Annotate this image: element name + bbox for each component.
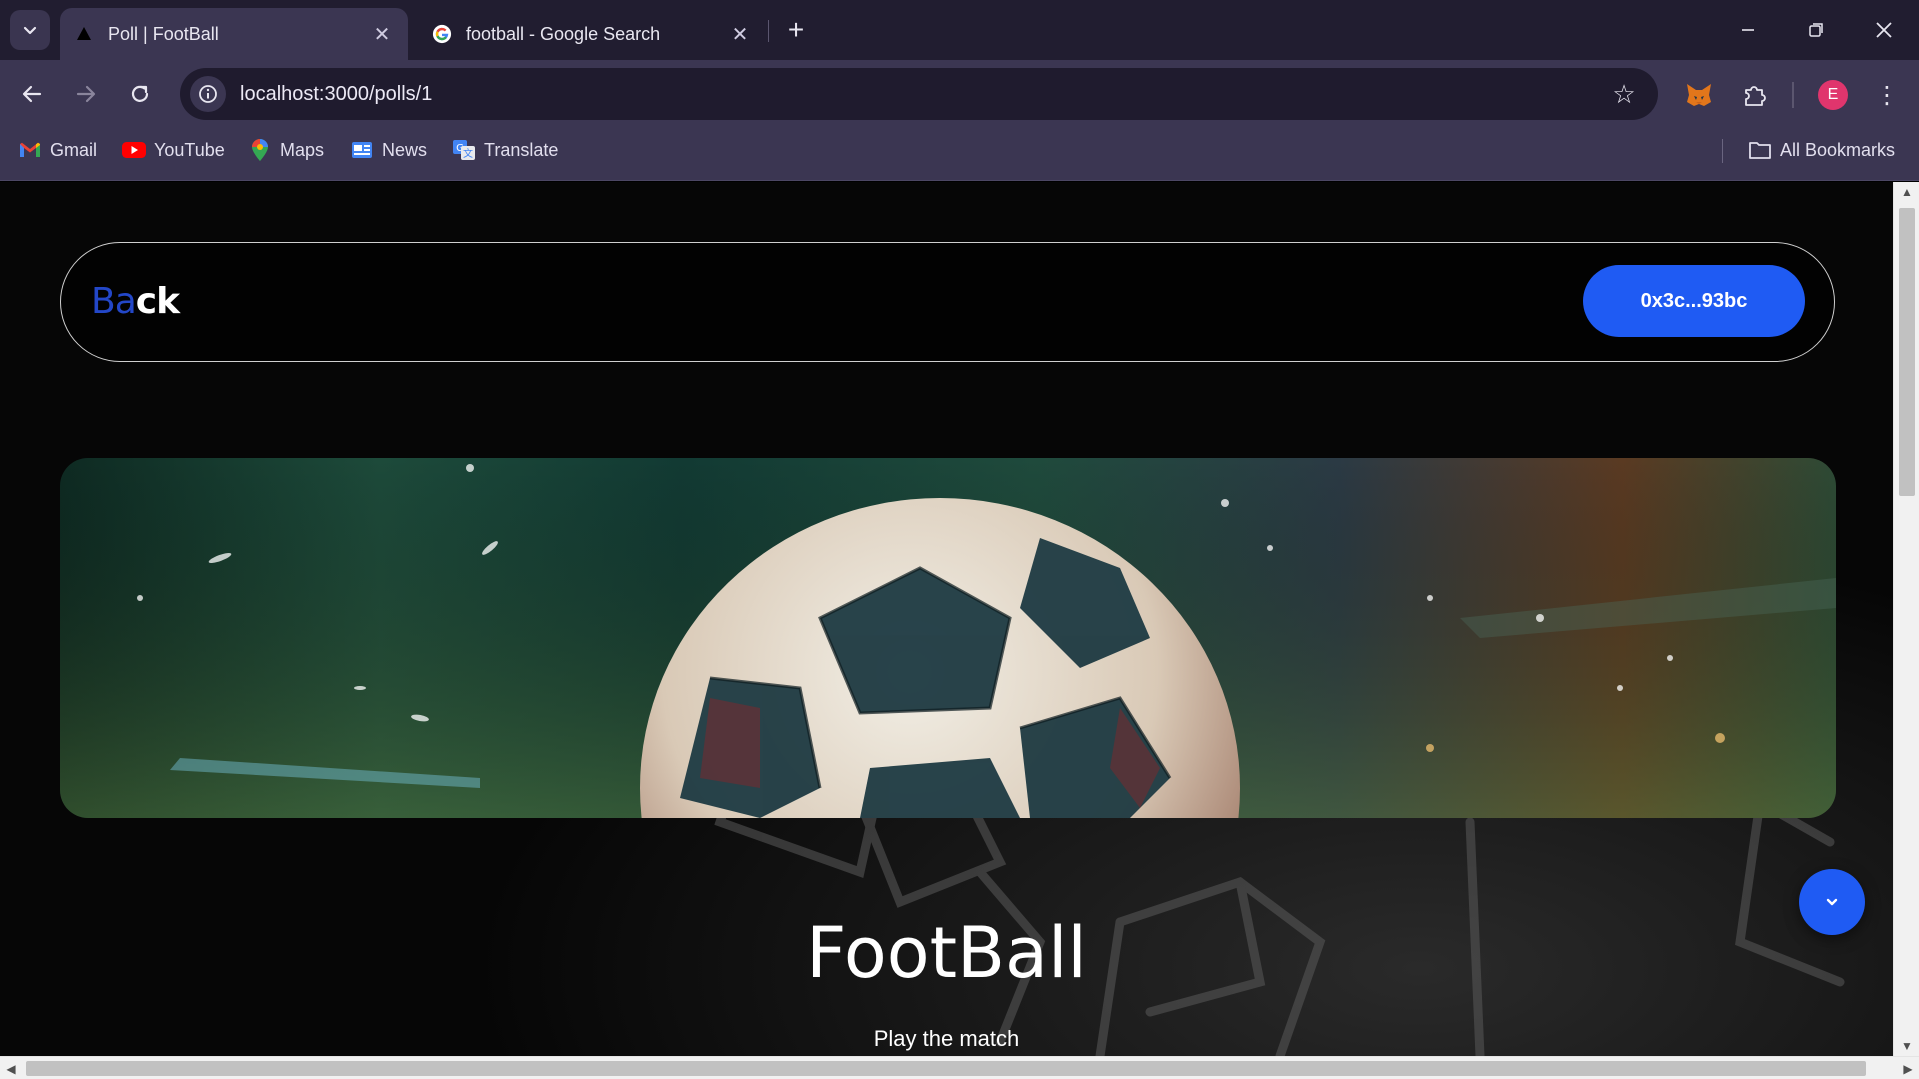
metamask-extension-icon[interactable]: [1680, 76, 1718, 114]
reload-button[interactable]: [122, 76, 158, 112]
arrow-left-icon: [22, 85, 42, 103]
folder-icon: [1748, 138, 1772, 162]
address-bar[interactable]: localhost:3000/polls/1 ☆: [180, 68, 1658, 120]
translate-icon: G文: [452, 138, 476, 162]
close-window-button[interactable]: [1860, 10, 1908, 50]
close-icon[interactable]: ✕: [728, 22, 752, 46]
tab-title: football - Google Search: [466, 23, 661, 44]
url-text[interactable]: localhost:3000/polls/1: [240, 83, 1604, 106]
minimize-button[interactable]: [1724, 10, 1772, 50]
bookmark-news[interactable]: News: [350, 129, 427, 171]
bookmark-gmail[interactable]: Gmail: [18, 129, 97, 171]
maps-icon: [248, 138, 272, 162]
tab-divider: [768, 20, 769, 42]
tab-search-button[interactable]: [10, 10, 50, 50]
back-link-part2: ck: [135, 281, 180, 322]
tab-poll-football[interactable]: Poll | FootBall ✕: [60, 8, 408, 60]
bookmark-youtube[interactable]: YouTube: [122, 129, 225, 171]
bookmark-translate[interactable]: G文 Translate: [452, 129, 558, 171]
bookmarks-bar: Gmail YouTube Maps News G文 Translate All…: [0, 129, 1919, 181]
tab-google-search[interactable]: football - Google Search ✕: [418, 8, 766, 60]
tab-strip: Poll | FootBall ✕ football - Google Sear…: [0, 0, 1919, 60]
bookmark-label: Maps: [280, 139, 325, 160]
profile-avatar[interactable]: E: [1818, 80, 1848, 110]
back-link[interactable]: Back: [91, 281, 180, 322]
page-viewport: Back 0x3c...93bc FootBall Play the match: [0, 182, 1893, 1056]
site-info-icon[interactable]: [190, 76, 226, 112]
tab-title: Poll | FootBall: [108, 23, 219, 44]
vertical-scroll-thumb[interactable]: [1899, 208, 1915, 496]
minimize-icon: [1742, 29, 1754, 31]
plus-icon: +: [787, 14, 805, 45]
bookmark-label: Translate: [484, 139, 559, 160]
poll-title: FootBall: [806, 912, 1087, 994]
back-link-part1: Ba: [91, 281, 137, 322]
poll-description: Play the match: [873, 1026, 1020, 1051]
svg-text:文: 文: [463, 147, 473, 160]
close-icon[interactable]: ✕: [370, 22, 394, 46]
arrow-right-icon: [76, 85, 96, 103]
scroll-down-arrow-icon[interactable]: ▼: [1894, 1036, 1919, 1056]
triangle-logo-icon: [74, 24, 94, 44]
all-bookmarks-label: All Bookmarks: [1780, 139, 1896, 160]
bookmark-star-icon[interactable]: ☆: [1604, 74, 1644, 114]
all-bookmarks-button[interactable]: All Bookmarks: [1748, 129, 1895, 171]
extensions-puzzle-icon[interactable]: [1736, 76, 1774, 114]
vertical-scrollbar[interactable]: ▲ ▼: [1893, 182, 1919, 1056]
menu-kebab-icon[interactable]: ⋮: [1872, 78, 1902, 112]
bookmark-label: News: [382, 139, 428, 160]
restore-button[interactable]: [1792, 10, 1840, 50]
bookmark-maps[interactable]: Maps: [248, 129, 324, 171]
youtube-icon: [122, 138, 146, 162]
new-tab-button[interactable]: +: [780, 14, 812, 46]
news-icon: [350, 138, 374, 162]
scroll-right-arrow-icon[interactable]: ▶: [1897, 1057, 1919, 1079]
close-window-icon: [1876, 22, 1892, 38]
poll-header-bar: Back 0x3c...93bc: [60, 242, 1835, 362]
bookmark-label: YouTube: [154, 139, 225, 160]
horizontal-scrollbar[interactable]: ◀ ▶: [0, 1056, 1919, 1079]
reload-icon: [131, 85, 149, 102]
forward-button[interactable]: [68, 76, 104, 112]
horizontal-scroll-thumb[interactable]: [26, 1061, 1866, 1076]
toolbar-divider: [1792, 82, 1794, 108]
bookmark-label: Gmail: [50, 139, 98, 160]
scroll-up-arrow-icon[interactable]: ▲: [1894, 182, 1919, 202]
back-button[interactable]: [14, 76, 50, 112]
wallet-address-button[interactable]: 0x3c...93bc: [1583, 265, 1805, 337]
google-icon: [432, 24, 452, 44]
bookmarks-divider: [1722, 139, 1723, 163]
browser-toolbar: localhost:3000/polls/1 ☆ E ⋮: [0, 60, 1919, 129]
chevron-down-icon: [1826, 898, 1838, 906]
scroll-down-button[interactable]: [1799, 869, 1865, 935]
chevron-down-icon: [23, 26, 37, 35]
poll-banner-image: [60, 458, 1836, 818]
scroll-left-arrow-icon[interactable]: ◀: [0, 1057, 22, 1079]
restore-icon: [1809, 23, 1823, 37]
gmail-icon: [18, 138, 42, 162]
